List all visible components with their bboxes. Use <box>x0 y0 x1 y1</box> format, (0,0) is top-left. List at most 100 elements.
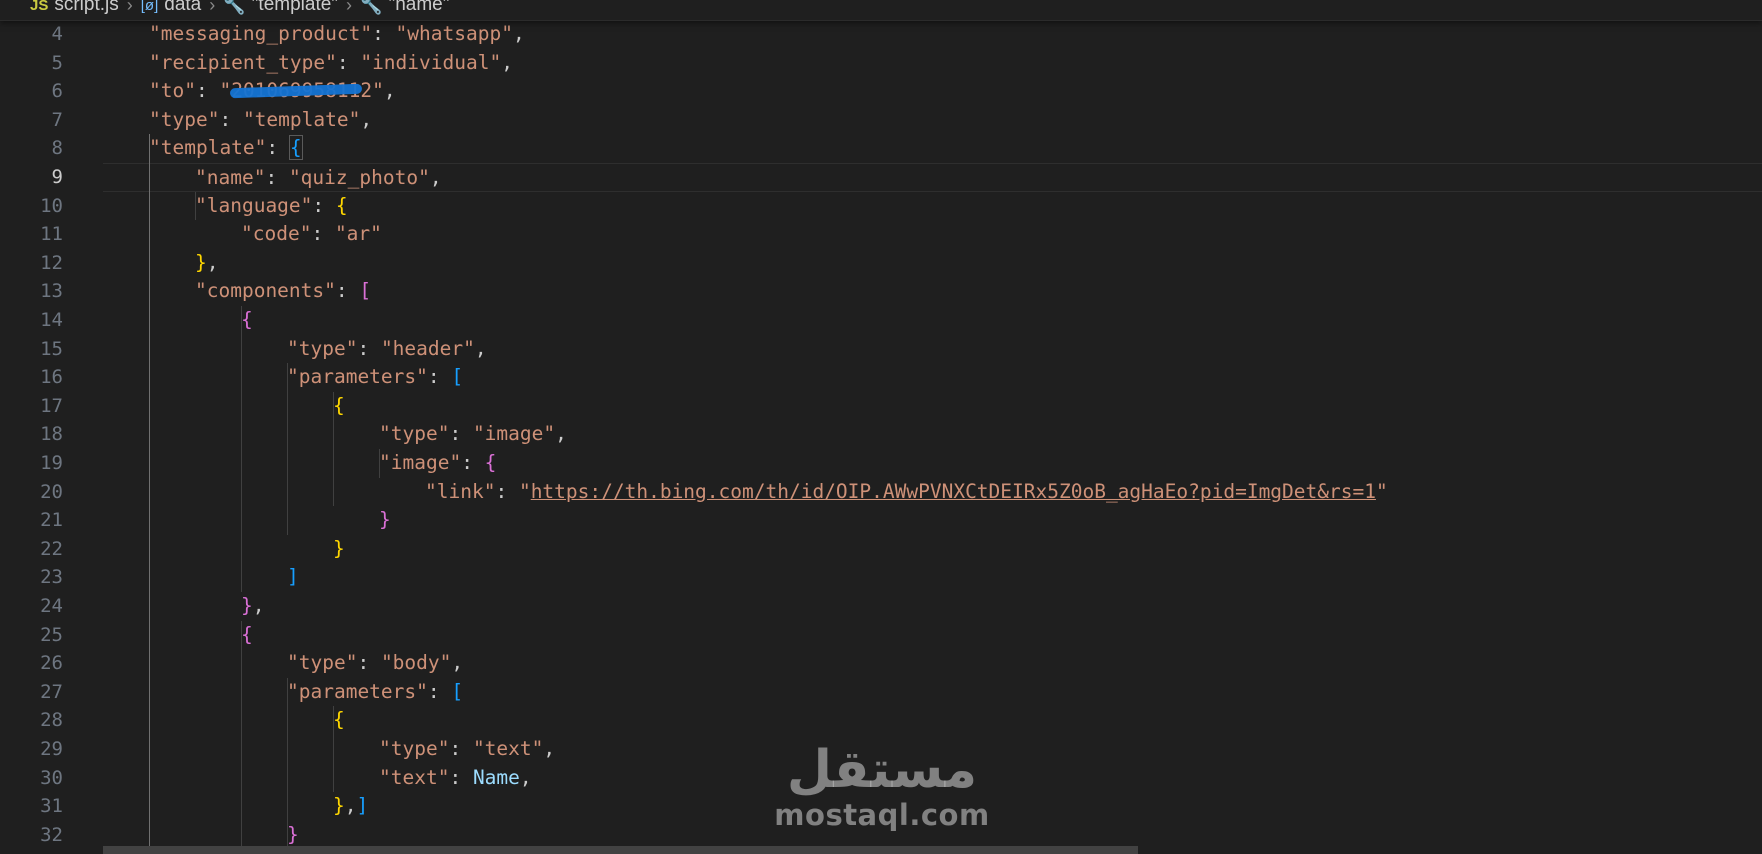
code-line[interactable]: 8 "template": { <box>0 134 1762 163</box>
code-line[interactable]: 26 "type": "body", <box>0 649 1762 678</box>
json-key: "name" <box>195 166 266 189</box>
code-line[interactable]: 18 "type": "image", <box>0 420 1762 449</box>
bracket: [ <box>451 679 464 703</box>
line-number: 32 <box>40 823 63 846</box>
line-number: 21 <box>40 509 63 532</box>
bracket: { <box>241 622 253 646</box>
bracket: } <box>379 508 391 532</box>
json-key: "image" <box>379 451 462 474</box>
code-line[interactable]: 14 { <box>0 306 1762 335</box>
code-line[interactable]: 24}, <box>0 592 1762 621</box>
json-key: "template" <box>149 136 267 160</box>
code-text: "components": [ <box>195 277 371 306</box>
json-string-value: "whatsapp" <box>395 22 513 45</box>
code-text: }, <box>241 592 265 621</box>
code-text: "image": { <box>379 449 496 478</box>
comma-punctuation: , <box>474 336 487 360</box>
colon-punctuation: : <box>449 765 473 789</box>
url-link[interactable]: https://th.bing.com/th/id/OIP.AWwPVNXCtD… <box>531 480 1376 503</box>
code-line[interactable]: 23] <box>0 563 1762 592</box>
json-string-value: "ar" <box>334 222 382 246</box>
line-number: 25 <box>40 623 63 646</box>
json-key: "type" <box>379 737 450 760</box>
colon-punctuation: : <box>311 222 335 246</box>
code-line[interactable]: 13 "components": [ <box>0 277 1762 306</box>
code-text: "type": "image", <box>379 420 567 449</box>
line-number: 10 <box>40 194 63 217</box>
code-area: "messaging_product": "whatsapp", <box>103 20 1762 47</box>
json-string-value: "text" <box>472 737 544 760</box>
bracket: ] <box>356 794 369 818</box>
line-number: 17 <box>40 394 63 417</box>
json-key: "type" <box>149 107 220 131</box>
code-text: } <box>333 535 345 564</box>
breadcrumb-file[interactable]: script.js <box>54 0 118 16</box>
breadcrumb-name[interactable]: "name" <box>388 0 449 16</box>
comma-punctuation: , <box>429 166 442 189</box>
code-line[interactable]: 15 "type": "header", <box>0 335 1762 364</box>
code-text: "language": { <box>195 192 348 221</box>
comma-punctuation: , <box>383 79 396 103</box>
code-line[interactable]: 16 "parameters": [ <box>0 363 1762 392</box>
code-line[interactable]: 21} <box>0 506 1762 535</box>
json-string-value: "body" <box>380 651 452 675</box>
code-line[interactable]: 20 "link": "https://th.bing.com/th/id/OIP… <box>0 478 1762 507</box>
line-number: 11 <box>40 223 63 246</box>
code-editor[interactable]: 4 "messaging_product": "whatsapp", 5 "recip… <box>0 20 1762 854</box>
line-number: 27 <box>40 680 63 703</box>
code-line[interactable]: 9 "name": "quiz_photo", <box>0 163 1762 192</box>
code-line[interactable]: 11 "code": "ar" <box>0 220 1762 249</box>
colon-punctuation: : <box>266 136 290 160</box>
line-number: 14 <box>40 309 63 331</box>
line-number: 4 <box>51 23 63 45</box>
line-number: 20 <box>40 480 63 503</box>
comma-punctuation: , <box>206 250 219 274</box>
json-key: "type" <box>379 422 450 446</box>
breadcrumb-data[interactable]: data <box>164 0 201 16</box>
json-string-value: "header" <box>380 336 475 360</box>
bracket: { <box>335 193 348 217</box>
bracket: ] <box>287 565 299 589</box>
json-key: "recipient_type" <box>149 50 337 74</box>
code-text: "code": "ar" <box>241 220 382 249</box>
code-line[interactable]: 4 "messaging_product": "whatsapp", <box>0 20 1762 49</box>
bracket: { <box>241 308 253 331</box>
javascript-file-icon: JS <box>30 0 49 14</box>
breadcrumb-template[interactable]: "template" <box>252 0 338 16</box>
code-line[interactable]: 25 { <box>0 621 1762 650</box>
code-area: { <box>103 621 1762 648</box>
chevron-right-icon: › <box>346 0 353 15</box>
code-text: "parameters": [ <box>287 678 463 707</box>
code-line[interactable]: 27 "parameters": [ <box>0 678 1762 707</box>
line-number: 7 <box>51 108 63 131</box>
code-area: "recipient_type": "individual", <box>103 49 1762 76</box>
quote-punctuation: " <box>1375 479 1388 503</box>
json-key: "messaging_product" <box>149 22 373 45</box>
line-number: 15 <box>40 337 63 360</box>
code-area: "template": { <box>103 134 1762 161</box>
code-text: "type": "text", <box>379 735 555 764</box>
json-key: "components" <box>195 279 336 303</box>
property-wrench-icon: 🔧 <box>223 0 246 15</box>
indent-guide <box>287 677 288 850</box>
code-text: }, <box>195 249 219 278</box>
horizontal-scrollbar[interactable] <box>103 846 1138 854</box>
indent-guide <box>241 620 242 850</box>
code-text: "parameters": [ <box>287 363 463 392</box>
bracket: { <box>484 451 497 474</box>
code-line[interactable]: 28 { <box>0 706 1762 735</box>
bracket: } <box>195 250 207 274</box>
code-line[interactable]: 17 { <box>0 392 1762 421</box>
line-number: 28 <box>40 709 63 732</box>
code-line[interactable]: 5 "recipient_type": "individual", <box>0 49 1762 78</box>
code-line[interactable]: 10 "language": { <box>0 192 1762 221</box>
colon-punctuation: : <box>449 737 473 760</box>
line-number: 6 <box>51 80 63 103</box>
code-line[interactable]: 7 "type": "template", <box>0 106 1762 135</box>
comma-punctuation: , <box>512 22 525 45</box>
watermark-logo-arabic: مستقل <box>786 740 978 800</box>
colon-punctuation: : <box>195 79 220 103</box>
code-line[interactable]: 12}, <box>0 249 1762 278</box>
code-line[interactable]: 19 "image": { <box>0 449 1762 478</box>
code-line[interactable]: 22} <box>0 535 1762 564</box>
